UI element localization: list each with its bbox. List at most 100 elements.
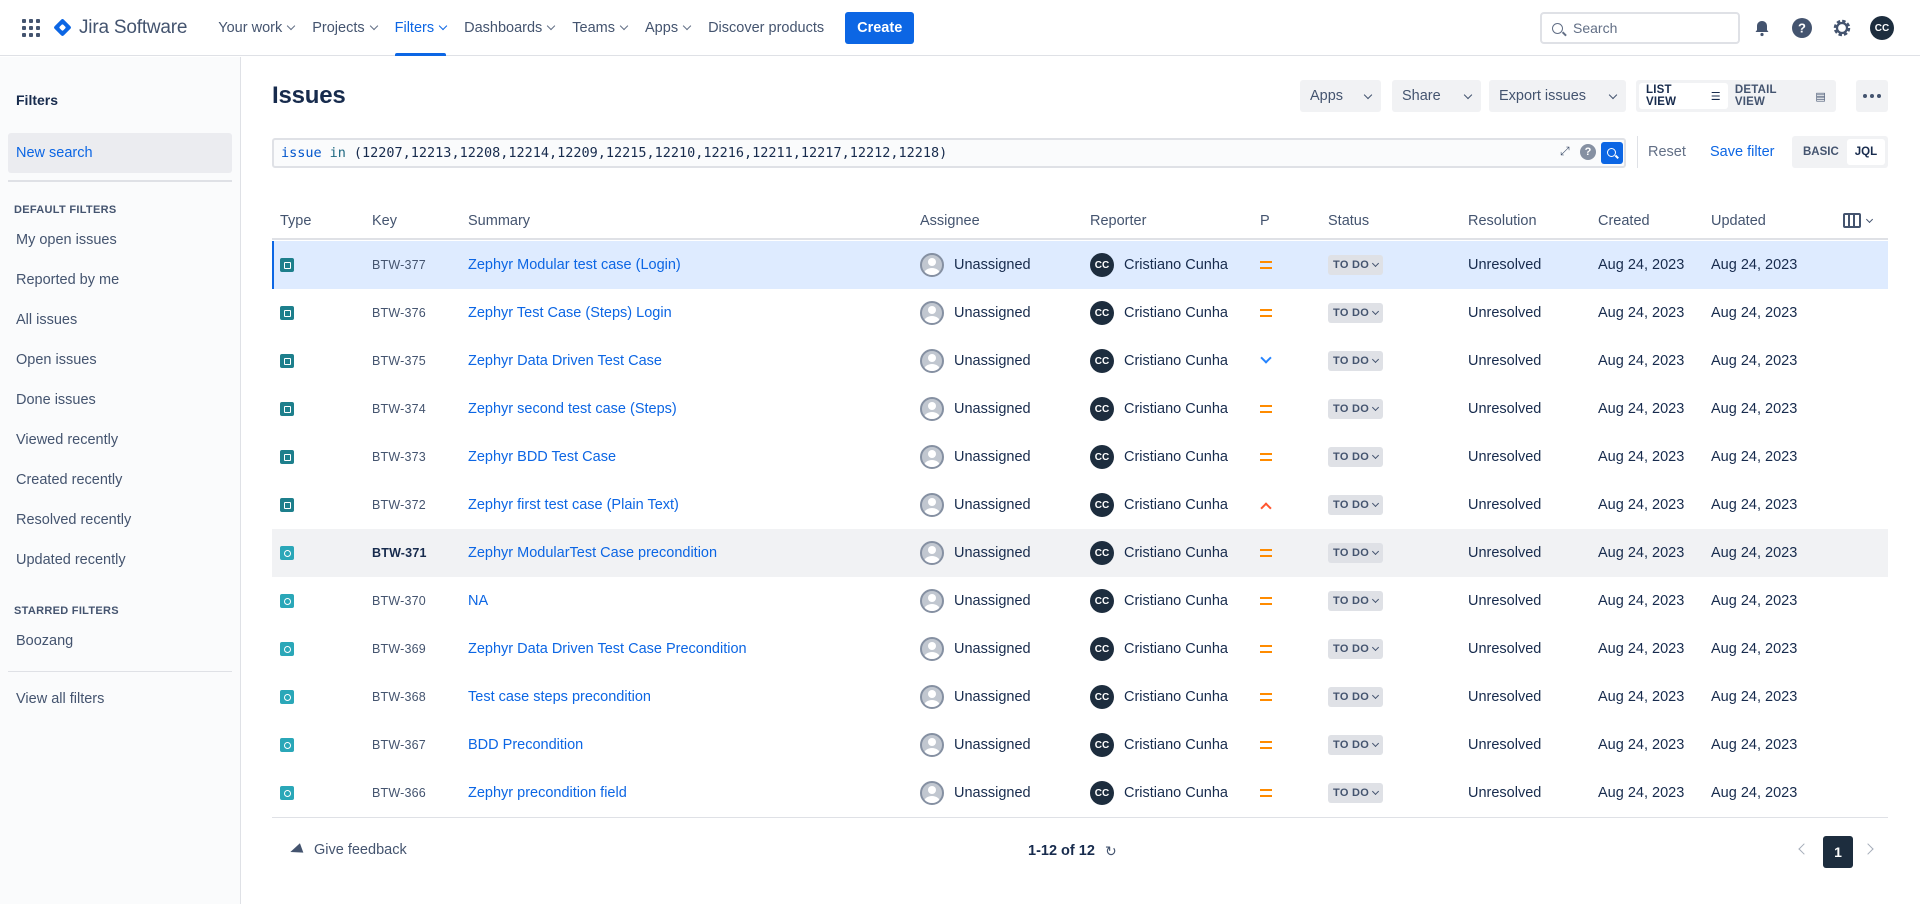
issue-summary-link[interactable]: Zephyr precondition field bbox=[468, 769, 627, 817]
issue-summary-link[interactable]: Zephyr ModularTest Case precondition bbox=[468, 529, 717, 577]
run-search-button[interactable] bbox=[1601, 142, 1623, 164]
reset-button[interactable]: Reset bbox=[1648, 144, 1686, 160]
issue-key[interactable]: BTW-373 bbox=[372, 433, 426, 481]
give-feedback-button[interactable]: Give feedback bbox=[288, 842, 407, 858]
issue-summary-link[interactable]: Zephyr second test case (Steps) bbox=[468, 385, 677, 433]
table-row[interactable]: BTW-377 Zephyr Modular test case (Login) U… bbox=[272, 241, 1888, 289]
reporter-cell[interactable]: CC Cristiano Cunha bbox=[1090, 721, 1228, 769]
reporter-cell[interactable]: CC Cristiano Cunha bbox=[1090, 625, 1228, 673]
table-row[interactable]: BTW-372 Zephyr first test case (Plain Tex… bbox=[272, 481, 1888, 529]
settings-gear-icon[interactable] bbox=[1830, 16, 1854, 40]
table-row[interactable]: BTW-370 NA Unassigned CC Cristiano Cunha TO D… bbox=[272, 577, 1888, 625]
issue-summary-link[interactable]: Zephyr first test case (Plain Text) bbox=[468, 481, 679, 529]
page-button-current[interactable]: 1 bbox=[1823, 836, 1853, 868]
sidebar-item-updated-recently[interactable]: Updated recently bbox=[16, 552, 126, 568]
reporter-cell[interactable]: CC Cristiano Cunha bbox=[1090, 769, 1228, 817]
assignee-cell[interactable]: Unassigned bbox=[920, 289, 1031, 337]
status-dropdown[interactable]: TO DO bbox=[1328, 495, 1384, 515]
issue-key[interactable]: BTW-370 bbox=[372, 577, 426, 625]
status-dropdown[interactable]: TO DO bbox=[1328, 255, 1384, 275]
reporter-cell[interactable]: CC Cristiano Cunha bbox=[1090, 337, 1228, 385]
next-page-icon[interactable] bbox=[1862, 843, 1874, 855]
assignee-cell[interactable]: Unassigned bbox=[920, 721, 1031, 769]
apps-dropdown-button[interactable]: Apps bbox=[1300, 80, 1382, 112]
reporter-cell[interactable]: CC Cristiano Cunha bbox=[1090, 481, 1228, 529]
assignee-cell[interactable]: Unassigned bbox=[920, 625, 1031, 673]
status-dropdown[interactable]: TO DO bbox=[1328, 303, 1384, 323]
assignee-cell[interactable]: Unassigned bbox=[920, 769, 1031, 817]
nav-discover-products[interactable]: Discover products bbox=[699, 0, 833, 56]
issue-summary-link[interactable]: Zephyr Data Driven Test Case bbox=[468, 337, 662, 385]
jira-logo[interactable]: Jira Software bbox=[53, 17, 187, 39]
sidebar-item-new-search[interactable]: New search bbox=[8, 133, 232, 173]
issue-key[interactable]: BTW-376 bbox=[372, 289, 426, 337]
reporter-cell[interactable]: CC Cristiano Cunha bbox=[1090, 241, 1228, 289]
assignee-cell[interactable]: Unassigned bbox=[920, 385, 1031, 433]
assignee-cell[interactable]: Unassigned bbox=[920, 673, 1031, 721]
export-issues-button[interactable]: Export issues bbox=[1489, 80, 1627, 112]
nav-projects[interactable]: Projects bbox=[303, 0, 385, 56]
issue-key[interactable]: BTW-368 bbox=[372, 673, 426, 721]
issue-summary-link[interactable]: BDD Precondition bbox=[468, 721, 583, 769]
reporter-cell[interactable]: CC Cristiano Cunha bbox=[1090, 385, 1228, 433]
issue-key[interactable]: BTW-377 bbox=[372, 241, 426, 289]
table-row[interactable]: BTW-374 Zephyr second test case (Steps) Un… bbox=[272, 385, 1888, 433]
save-filter-button[interactable]: Save filter bbox=[1710, 144, 1774, 160]
assignee-cell[interactable]: Unassigned bbox=[920, 481, 1031, 529]
notifications-icon[interactable] bbox=[1750, 16, 1774, 40]
assignee-cell[interactable]: Unassigned bbox=[920, 337, 1031, 385]
issue-summary-link[interactable]: Zephyr Modular test case (Login) bbox=[468, 241, 681, 289]
view-all-filters-link[interactable]: View all filters bbox=[16, 691, 104, 707]
issue-summary-link[interactable]: Zephyr Test Case (Steps) Login bbox=[468, 289, 672, 337]
status-dropdown[interactable]: TO DO bbox=[1328, 447, 1384, 467]
column-header-resolution[interactable]: Resolution bbox=[1468, 213, 1537, 229]
list-view-option[interactable]: LIST VIEW ☰ bbox=[1639, 83, 1728, 109]
sidebar-item-my-open-issues[interactable]: My open issues bbox=[16, 232, 117, 248]
sidebar-item-resolved-recently[interactable]: Resolved recently bbox=[16, 512, 131, 528]
issue-key[interactable]: BTW-366 bbox=[372, 769, 426, 817]
status-dropdown[interactable]: TO DO bbox=[1328, 351, 1384, 371]
previous-page-icon[interactable] bbox=[1798, 843, 1810, 855]
assignee-cell[interactable]: Unassigned bbox=[920, 241, 1031, 289]
issue-key[interactable]: BTW-372 bbox=[372, 481, 426, 529]
column-header-updated[interactable]: Updated bbox=[1711, 213, 1766, 229]
column-header-type[interactable]: Type bbox=[280, 213, 311, 229]
table-row[interactable]: BTW-366 Zephyr precondition field Unassign… bbox=[272, 769, 1888, 817]
app-switcher-icon[interactable] bbox=[20, 17, 42, 39]
assignee-cell[interactable]: Unassigned bbox=[920, 433, 1031, 481]
issue-summary-link[interactable]: NA bbox=[468, 577, 488, 625]
reporter-cell[interactable]: CC Cristiano Cunha bbox=[1090, 529, 1228, 577]
status-dropdown[interactable]: TO DO bbox=[1328, 687, 1384, 707]
table-row[interactable]: BTW-368 Test case steps precondition Unass… bbox=[272, 673, 1888, 721]
status-dropdown[interactable]: TO DO bbox=[1328, 783, 1384, 803]
status-dropdown[interactable]: TO DO bbox=[1328, 591, 1384, 611]
create-button[interactable]: Create bbox=[845, 11, 915, 44]
issue-key[interactable]: BTW-371 bbox=[372, 529, 427, 577]
status-dropdown[interactable]: TO DO bbox=[1328, 639, 1384, 659]
issue-key[interactable]: BTW-369 bbox=[372, 625, 426, 673]
column-header-assignee[interactable]: Assignee bbox=[920, 213, 980, 229]
issue-summary-link[interactable]: Zephyr BDD Test Case bbox=[468, 433, 616, 481]
detail-view-option[interactable]: DETAIL VIEW ▤ bbox=[1728, 83, 1833, 109]
reporter-cell[interactable]: CC Cristiano Cunha bbox=[1090, 673, 1228, 721]
user-avatar[interactable]: CC bbox=[1870, 16, 1894, 40]
column-picker-button[interactable] bbox=[1843, 213, 1874, 228]
sidebar-item-boozang[interactable]: Boozang bbox=[16, 633, 73, 649]
nav-apps[interactable]: Apps bbox=[636, 0, 699, 56]
column-header-created[interactable]: Created bbox=[1598, 213, 1650, 229]
help-icon[interactable]: ? bbox=[1790, 16, 1814, 40]
sidebar-item-reported-by-me[interactable]: Reported by me bbox=[16, 272, 119, 288]
sidebar-item-created-recently[interactable]: Created recently bbox=[16, 472, 122, 488]
search-input[interactable]: Search bbox=[1540, 12, 1740, 44]
jql-mode-option[interactable]: JQL bbox=[1846, 139, 1886, 165]
column-header-reporter[interactable]: Reporter bbox=[1090, 213, 1146, 229]
nav-filters[interactable]: Filters bbox=[386, 0, 455, 56]
column-header-key[interactable]: Key bbox=[372, 213, 397, 229]
assignee-cell[interactable]: Unassigned bbox=[920, 529, 1031, 577]
nav-your-work[interactable]: Your work bbox=[209, 0, 303, 56]
status-dropdown[interactable]: TO DO bbox=[1328, 735, 1384, 755]
issue-key[interactable]: BTW-374 bbox=[372, 385, 426, 433]
sidebar-item-done-issues[interactable]: Done issues bbox=[16, 392, 96, 408]
column-header-summary[interactable]: Summary bbox=[468, 213, 530, 229]
sidebar-item-viewed-recently[interactable]: Viewed recently bbox=[16, 432, 118, 448]
